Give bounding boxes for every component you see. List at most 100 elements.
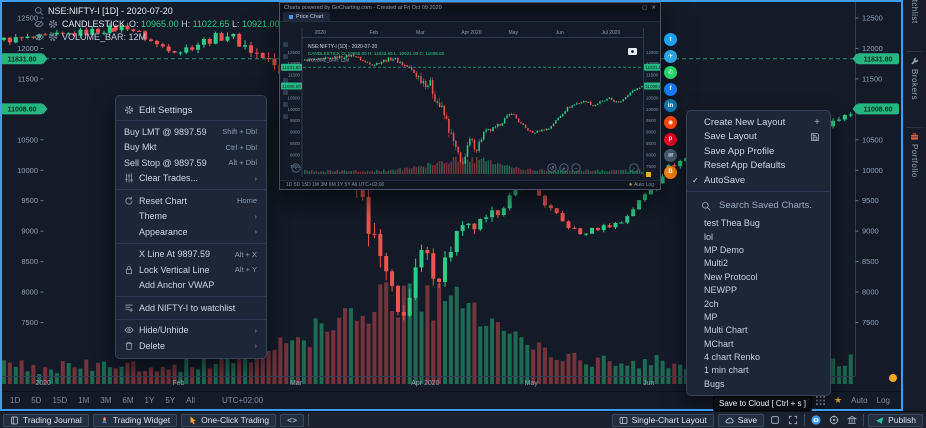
svg-text:8000: 8000 — [862, 288, 879, 297]
popup-chart-body: 1250012500120001200011500115001100011000… — [280, 22, 660, 189]
eye-icon — [124, 325, 139, 335]
saved-chart-item-4-chart-renko[interactable]: 4 chart Renko — [687, 350, 830, 363]
saved-chart-item-mchart[interactable]: MChart — [687, 337, 830, 350]
layout-menu-item-reset-app-defaults[interactable]: Reset App Defaults — [687, 159, 830, 174]
study-settings-icon[interactable] — [48, 19, 58, 29]
context-menu-item-edit-settings[interactable]: Edit Settings — [116, 100, 266, 121]
bank-icon[interactable] — [845, 415, 859, 425]
context-menu-item-add-anchor-vwap[interactable]: Add Anchor VWAP — [116, 278, 266, 294]
context-menu-item-sell-stop-9897-59[interactable]: Sell Stop @ 9897.59Alt + Dbl — [116, 155, 266, 171]
share-twitter-icon[interactable]: t — [664, 33, 677, 46]
sidebar-tab-watchlist[interactable]: Watchlist — [903, 0, 926, 24]
publish-button[interactable]: Publish — [868, 414, 923, 427]
context-menu-item-clear-trades[interactable]: Clear Trades...› — [116, 171, 266, 187]
saved-chart-item-2ch[interactable]: 2ch — [687, 297, 830, 310]
layout-menu: Create New Layout+Save LayoutSave App Pr… — [686, 110, 831, 396]
svg-text:10500: 10500 — [862, 135, 883, 144]
timeframe-1d[interactable]: 1D — [10, 396, 20, 405]
svg-text:8500: 8500 — [21, 257, 38, 266]
timeframe-6m[interactable]: 6M — [122, 396, 133, 405]
saved-chart-item-new-protocol[interactable]: New Protocol — [687, 270, 830, 283]
layout-menu-item-save-app-profile[interactable]: Save App Profile — [687, 144, 830, 159]
favorite-star-icon[interactable]: ★ — [628, 182, 634, 188]
share-linkedin-icon[interactable]: in — [664, 99, 677, 112]
maximize-icon[interactable]: ▢ — [642, 5, 647, 11]
share-telegram-icon[interactable]: ✈ — [664, 50, 677, 63]
volume-settings-icon[interactable] — [48, 32, 58, 42]
alert-dot — [111, 28, 115, 32]
layout-menu-item-autosave[interactable]: ✓AutoSave — [687, 173, 830, 188]
timeframe-all[interactable]: All — [186, 396, 195, 405]
share-email-icon[interactable]: ✉ — [664, 149, 677, 162]
context-menu-item-reset-chart[interactable]: Reset ChartHome — [116, 193, 266, 209]
sidebar-tab-brokers[interactable]: Brokers — [903, 57, 926, 100]
mini-scroll-end-button[interactable] — [646, 172, 651, 177]
symbol-search-icon[interactable] — [34, 6, 44, 16]
sidebar-tab-portfolio[interactable]: Portfolio — [903, 132, 926, 178]
saved-chart-item-mp[interactable]: MP — [687, 310, 830, 323]
svg-text:11831.80: 11831.80 — [864, 56, 893, 63]
context-menu-item-buy-mkt[interactable]: Buy MktCtrl + Dbl — [116, 140, 266, 156]
trading-journal-button[interactable]: Trading Journal — [3, 414, 89, 427]
popup-timeframes[interactable]: 1D 5D 15D 1M 3M 6M 1Y 5Y All UTC+02:00 — [286, 182, 384, 188]
saved-chart-item-bugs[interactable]: Bugs — [687, 377, 830, 390]
popup-scale-controls[interactable]: ★ Auto Log — [628, 182, 654, 188]
saved-chart-item-newpp[interactable]: NEWPP — [687, 283, 830, 296]
mini-chart-canvas[interactable]: 1250012500120001200011500115001100011000… — [280, 22, 660, 180]
saved-chart-item-1-min-chart[interactable]: 1 min chart — [687, 364, 830, 377]
share-blogger-icon[interactable]: B — [664, 166, 677, 179]
saved-chart-item-multi-chart[interactable]: Multi Chart — [687, 324, 830, 337]
context-menu-item-buy-lmt-9897-59[interactable]: Buy LMT @ 9897.59Shift + Dbl — [116, 124, 266, 140]
context-menu-item-lock-vertical-line[interactable]: Lock Vertical LineAlt + Y — [116, 262, 266, 278]
layout-menu-item-create-new-layout[interactable]: Create New Layout+ — [687, 115, 830, 130]
-button[interactable]: <> — [280, 414, 304, 427]
timeframe-15d[interactable]: 15D — [52, 396, 67, 405]
log-scale-toggle[interactable]: Log — [877, 396, 890, 405]
share-facebook-icon[interactable]: f — [664, 83, 677, 96]
timeframe-5y[interactable]: 5Y — [165, 396, 175, 405]
context-menu-item-hide-unhide[interactable]: Hide/Unhide› — [116, 323, 266, 339]
save-button[interactable]: Save — [718, 414, 764, 427]
auto-scale-toggle[interactable]: Auto — [851, 396, 867, 405]
context-menu-item-theme[interactable]: Theme› — [116, 209, 266, 225]
checkbox-icon[interactable] — [768, 415, 782, 425]
tab-price-chart[interactable]: Price Chart — [283, 12, 330, 21]
svg-text:10500: 10500 — [287, 95, 300, 100]
context-menu-item-delete[interactable]: Delete› — [116, 338, 266, 354]
price-tag: 11008.60 — [1, 103, 48, 114]
close-icon[interactable]: ✕ — [651, 5, 656, 11]
single-chart-layout-button[interactable]: Single-Chart Layout — [612, 414, 714, 427]
camera-icon[interactable] — [809, 415, 823, 425]
saved-chart-item-mp-demo[interactable]: MP Demo — [687, 243, 830, 256]
expand-icon[interactable] — [786, 415, 800, 425]
hide-study-icon[interactable] — [34, 19, 44, 29]
timeframe-1y[interactable]: 1Y — [145, 396, 155, 405]
timeframe-1m[interactable]: 1M — [78, 396, 89, 405]
scroll-to-end-button[interactable] — [889, 374, 897, 382]
layout-icon — [619, 416, 628, 425]
svg-text:11831.80: 11831.80 — [282, 65, 301, 70]
context-menu-item-x-line-at-9897-59[interactable]: X Line At 9897.59Alt + X — [116, 247, 266, 263]
saved-chart-item-lol[interactable]: lol — [687, 230, 830, 243]
svg-text:12500: 12500 — [287, 50, 300, 55]
share-reddit-icon[interactable]: ◉ — [664, 116, 677, 129]
saved-chart-item-multi2[interactable]: Multi2 — [687, 257, 830, 270]
timezone-label[interactable]: UTC+02:00 — [222, 396, 263, 405]
search-saved-charts[interactable]: Search Saved Charts. — [687, 195, 830, 217]
grid-icon[interactable] — [816, 396, 825, 405]
favorite-star-icon[interactable]: ★ — [834, 395, 842, 406]
hide-volume-icon[interactable] — [34, 32, 44, 42]
one-click-trading-button[interactable]: One-Click Trading — [181, 414, 276, 427]
context-menu-item-appearance[interactable]: Appearance› — [116, 224, 266, 240]
share-whatsapp-icon[interactable]: ✆ — [664, 66, 677, 79]
layout-menu-item-save-layout[interactable]: Save Layout — [687, 130, 830, 145]
svg-text:2020: 2020 — [35, 380, 51, 387]
share-pinterest-icon[interactable]: p — [664, 133, 677, 146]
target-icon[interactable] — [827, 415, 841, 425]
trading-widget-button[interactable]: Trading Widget — [93, 414, 177, 427]
timeframe-5d[interactable]: 5D — [31, 396, 41, 405]
context-menu-item-add-nifty-i-to-watchlist[interactable]: Add NIFTY-I to watchlist — [116, 300, 266, 316]
timeframe-3m[interactable]: 3M — [100, 396, 111, 405]
saved-chart-item-test-thea-bug[interactable]: test Thea Bug — [687, 217, 830, 230]
chart-snapshot-popup[interactable]: Charts powered by GoCharting.com - Creat… — [279, 2, 661, 190]
